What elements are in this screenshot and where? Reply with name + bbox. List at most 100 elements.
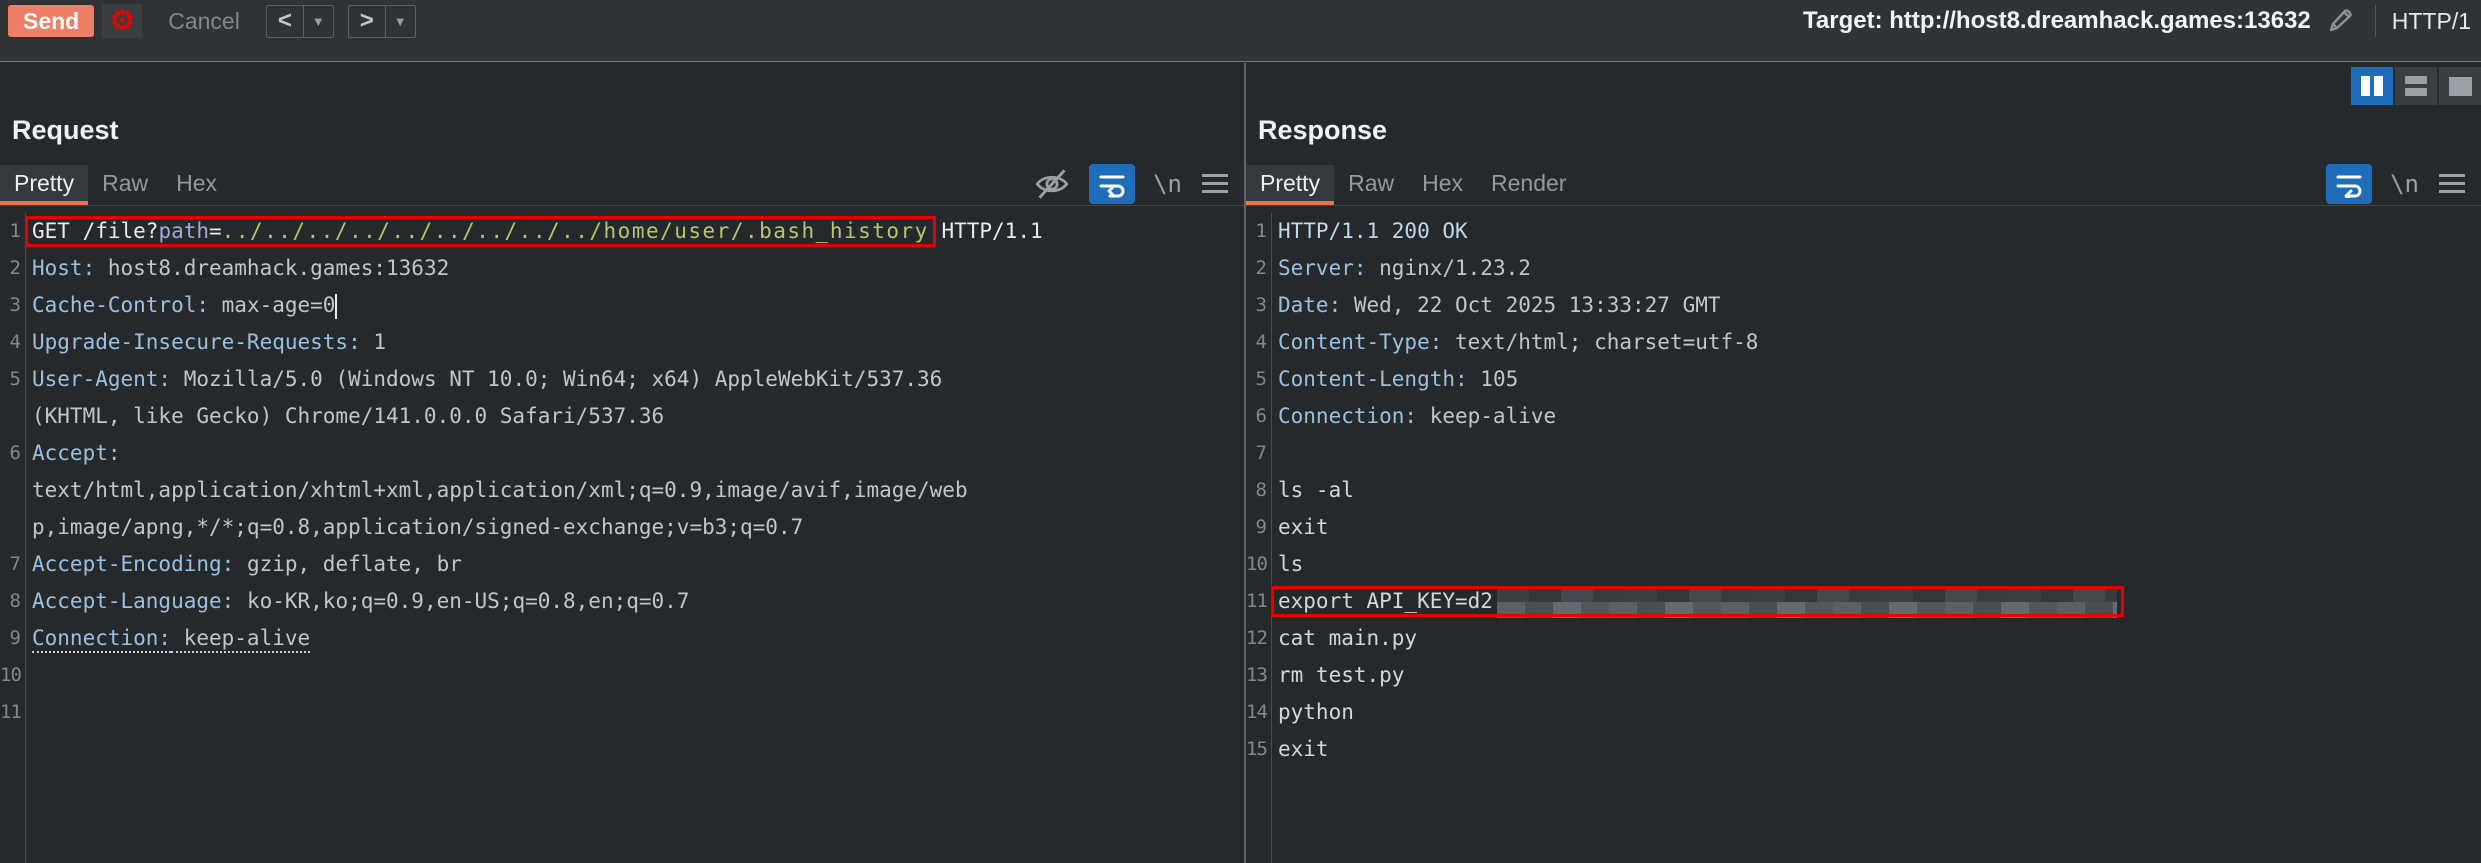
request-editor[interactable]: 1 GET /file?path=../../../../../../../../… xyxy=(0,213,1244,863)
code-segment: export API_KEY=d2 xyxy=(1278,589,1493,613)
line-number: 7 xyxy=(1246,435,1266,472)
code-content: Upgrade-Insecure-Requests: 1 xyxy=(32,324,386,361)
line-number xyxy=(0,509,20,546)
code-content: Accept: xyxy=(32,435,121,472)
code-segment: Connection: xyxy=(1278,404,1417,428)
code-segment: = xyxy=(209,219,222,243)
code-content: GET /file?path=../../../../../../../../.… xyxy=(32,213,1043,250)
line-number: 1 xyxy=(0,213,20,250)
show-newlines-icon[interactable]: \n xyxy=(2390,170,2419,198)
code-segment: ko-KR,ko;q=0.9,en-US;q=0.8,en;q=0.7 xyxy=(234,589,689,613)
code-line: 5User-Agent: Mozilla/5.0 (Windows NT 10.… xyxy=(0,361,1244,398)
editor-menu-icon[interactable] xyxy=(1200,171,1230,197)
highlight-annotation-box: export API_KEY=d2 xyxy=(1273,583,2122,620)
code-content: Connection: keep-alive xyxy=(32,620,310,657)
code-content: ls -al xyxy=(1278,472,1354,509)
cancel-button[interactable]: Cancel xyxy=(156,8,252,35)
code-segment: HTTP/1.1 200 OK xyxy=(1278,219,1468,243)
code-line: 6 Accept: xyxy=(0,435,1244,472)
line-number: 15 xyxy=(1246,731,1266,768)
code-segment: python xyxy=(1278,700,1354,724)
tab-hex[interactable]: Hex xyxy=(162,165,231,205)
line-number: 3 xyxy=(0,287,20,324)
word-wrap-icon[interactable] xyxy=(1089,164,1135,204)
tab-pretty[interactable]: Pretty xyxy=(0,165,88,205)
line-number: 12 xyxy=(1246,620,1266,657)
word-wrap-icon[interactable] xyxy=(2326,164,2372,204)
code-content: python xyxy=(1278,694,1354,731)
code-segment: exit xyxy=(1278,737,1329,761)
layout-side-by-side-icon[interactable] xyxy=(2351,67,2393,105)
code-segment: keep-alive xyxy=(1417,404,1556,428)
forward-history-dropdown[interactable]: ▼ xyxy=(386,14,415,29)
tab-render[interactable]: Render xyxy=(1477,165,1580,205)
code-line: (KHTML, like Gecko) Chrome/141.0.0.0 Saf… xyxy=(0,398,1244,435)
code-line: text/html,application/xhtml+xml,applicat… xyxy=(0,472,1244,509)
target-url-label: Target: http://host8.dreamhack.games:136… xyxy=(1803,7,2311,35)
code-line: p,image/apng,*/*;q=0.8,application/signe… xyxy=(0,509,1244,546)
send-settings-button[interactable]: ⚙ xyxy=(102,4,142,38)
line-number: 11 xyxy=(1246,583,1266,620)
code-segment: Server: xyxy=(1278,256,1367,280)
code-segment: HTTP/1.1 xyxy=(929,219,1043,243)
line-number: 10 xyxy=(1246,546,1266,583)
code-content: p,image/apng,*/*;q=0.8,application/signe… xyxy=(32,509,803,546)
code-segment: (KHTML, like Gecko) Chrome/141.0.0.0 Saf… xyxy=(32,404,664,428)
tab-pretty[interactable]: Pretty xyxy=(1246,165,1334,205)
code-content: ls xyxy=(1278,546,1303,583)
line-number: 8 xyxy=(1246,472,1266,509)
request-panel-title: Request xyxy=(12,115,119,146)
request-panel: Request PrettyRawHex \n xyxy=(0,63,1244,863)
back-history-dropdown[interactable]: ▼ xyxy=(304,14,333,29)
code-content: Content-Length: 105 xyxy=(1278,361,1518,398)
redacted-text xyxy=(1497,586,2117,618)
code-segment: Date: xyxy=(1278,293,1341,317)
code-content: (KHTML, like Gecko) Chrome/141.0.0.0 Saf… xyxy=(32,398,664,435)
code-segment: cat main.py xyxy=(1278,626,1417,650)
code-segment: ls -al xyxy=(1278,478,1354,502)
http-version-selector[interactable]: HTTP/1 xyxy=(2392,8,2471,35)
line-number: 11 xyxy=(0,694,20,731)
line-number: 2 xyxy=(1246,250,1266,287)
code-line: 2Server: nginx/1.23.2 xyxy=(1246,250,2481,287)
code-content: Cache-Control: max-age=0 xyxy=(32,287,337,324)
layout-stacked-icon[interactable] xyxy=(2395,67,2437,105)
tab-raw[interactable]: Raw xyxy=(88,165,162,205)
line-number: 9 xyxy=(1246,509,1266,546)
hide-matches-eye-icon[interactable] xyxy=(1033,167,1071,201)
tab-hex[interactable]: Hex xyxy=(1408,165,1477,205)
response-panel: Response PrettyRawHexRender \n 1HTTP/1. xyxy=(1246,63,2481,863)
code-segment: 105 xyxy=(1468,367,1519,391)
code-segment: Accept-Language: xyxy=(32,589,234,613)
line-number: 10 xyxy=(0,657,20,694)
code-segment: GET xyxy=(32,219,83,243)
back-button[interactable]: < xyxy=(267,9,303,33)
code-line: 3 Cache-Control: max-age=0 xyxy=(0,287,1244,324)
code-line: 14python xyxy=(1246,694,2481,731)
tab-raw[interactable]: Raw xyxy=(1334,165,1408,205)
layout-tabs-icon[interactable] xyxy=(2439,67,2481,105)
divider xyxy=(2375,5,2376,37)
response-editor[interactable]: 1HTTP/1.1 200 OK2Server: nginx/1.23.23Da… xyxy=(1246,213,2481,863)
response-panel-title: Response xyxy=(1258,115,1387,146)
line-number: 4 xyxy=(1246,324,1266,361)
line-number: 4 xyxy=(0,324,20,361)
editor-menu-icon[interactable] xyxy=(2437,171,2467,197)
line-number: 6 xyxy=(0,435,20,472)
code-content: HTTP/1.1 200 OK xyxy=(1278,213,1468,250)
code-segment: Cache-Control: xyxy=(32,293,209,317)
code-segment: keep-alive xyxy=(171,626,310,653)
text-cursor xyxy=(335,294,337,319)
code-content: exit xyxy=(1278,509,1329,546)
code-line: 4Content-Type: text/html; charset=utf-8 xyxy=(1246,324,2481,361)
send-button[interactable]: Send xyxy=(8,5,94,37)
line-number: 5 xyxy=(1246,361,1266,398)
gear-icon: ⚙ xyxy=(109,7,135,36)
code-segment: Connection: xyxy=(32,626,171,653)
show-newlines-icon[interactable]: \n xyxy=(1153,170,1182,198)
code-line: 8Accept-Language: ko-KR,ko;q=0.9,en-US;q… xyxy=(0,583,1244,620)
forward-button[interactable]: > xyxy=(349,9,385,33)
edit-target-pencil-icon[interactable] xyxy=(2325,6,2355,36)
code-content: cat main.py xyxy=(1278,620,1417,657)
code-content: rm test.py xyxy=(1278,657,1404,694)
